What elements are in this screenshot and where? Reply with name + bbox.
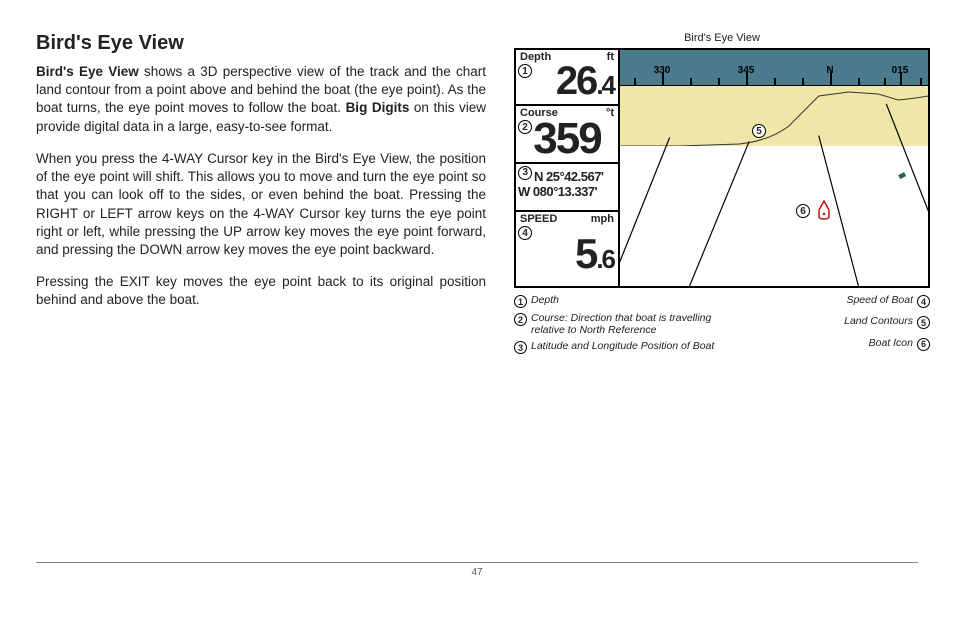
callout-6: 6 xyxy=(796,204,810,218)
paragraph-3: Pressing the EXIT key moves the eye poin… xyxy=(36,273,486,309)
figure-caption: Bird's Eye View xyxy=(514,32,930,44)
depth-decimal: .4 xyxy=(596,70,614,100)
legend-num-5: 5 xyxy=(917,316,930,329)
birds-eye-view-figure: Depth ft 26.4 1 Course °t 359 2 3 N xyxy=(514,48,930,288)
longitude: W 080°13.337' xyxy=(518,185,616,200)
page-title: Bird's Eye View xyxy=(36,32,486,55)
para1-lead: Bird's Eye View xyxy=(36,64,139,79)
course-box: Course °t 359 2 xyxy=(516,106,618,164)
depth-box: Depth ft 26.4 1 xyxy=(516,50,618,106)
legend-num-3: 3 xyxy=(514,341,527,354)
compass-strip: 330 345 N 015 xyxy=(620,60,928,86)
figure-legend: 1 Depth 2 Course: Direction that boat is t… xyxy=(514,294,930,354)
boat-icon xyxy=(816,200,832,220)
speed-label: SPEED xyxy=(520,213,557,225)
legend-4: Speed of Boat xyxy=(846,294,913,306)
callout-5: 5 xyxy=(752,124,766,138)
callout-1: 1 xyxy=(518,64,532,78)
page-footer: 47 xyxy=(36,562,918,578)
perspective-view: 330 345 N 015 xyxy=(620,50,928,286)
course-value: 359 xyxy=(520,119,614,159)
speed-unit: mph xyxy=(591,213,614,225)
para1-bold2: Big Digits xyxy=(346,100,410,115)
legend-num-2: 2 xyxy=(514,313,527,326)
legend-num-4: 4 xyxy=(917,295,930,308)
depth-value: 26 xyxy=(556,59,597,103)
legend-num-6: 6 xyxy=(917,338,930,351)
callout-3: 3 xyxy=(518,166,532,180)
paragraph-2: When you press the 4-WAY Cursor key in t… xyxy=(36,150,486,259)
latitude: N 25°42.567' xyxy=(534,170,616,185)
callout-2: 2 xyxy=(518,120,532,134)
legend-6: Boat Icon xyxy=(869,337,913,349)
speed-value: 5 xyxy=(575,230,596,277)
legend-num-1: 1 xyxy=(514,295,527,308)
depth-label: Depth xyxy=(520,51,551,63)
legend-2: Course: Direction that boat is travellin… xyxy=(531,312,741,336)
callout-4: 4 xyxy=(518,226,532,240)
legend-1: Depth xyxy=(531,294,559,306)
latlon-box: 3 N 25°42.567' W 080°13.337' xyxy=(516,164,618,212)
legend-3: Latitude and Longitude Position of Boat xyxy=(531,340,714,352)
depth-unit: ft xyxy=(607,51,614,63)
page-number: 47 xyxy=(471,567,482,578)
course-unit: °t xyxy=(606,107,614,119)
data-panel: Depth ft 26.4 1 Course °t 359 2 3 N xyxy=(516,50,620,286)
paragraph-1: Bird's Eye View shows a 3D perspective v… xyxy=(36,63,486,136)
speed-decimal: .6 xyxy=(596,244,614,274)
legend-5: Land Contours xyxy=(844,315,913,327)
speed-box: SPEED mph 4 5.6 xyxy=(516,212,618,286)
